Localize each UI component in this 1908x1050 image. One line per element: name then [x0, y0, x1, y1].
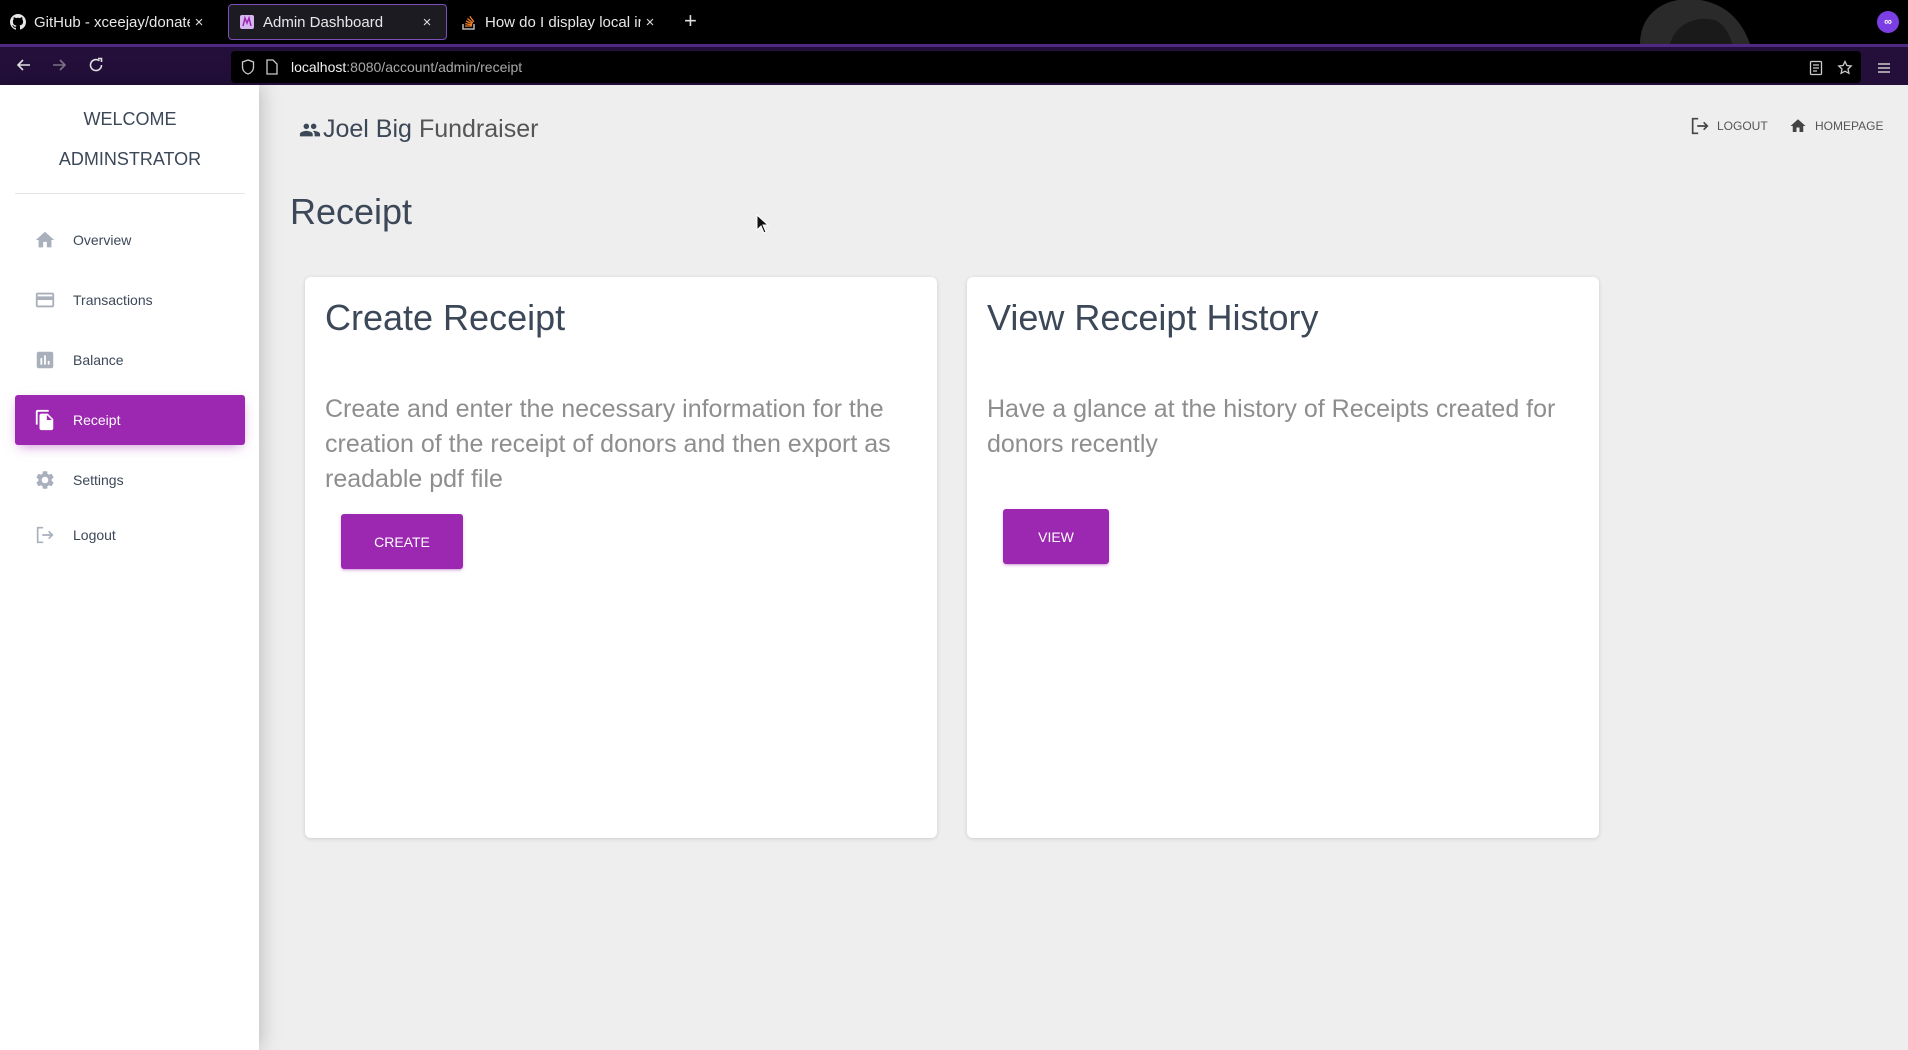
- github-icon: [10, 14, 26, 30]
- forward-button[interactable]: [45, 53, 73, 81]
- home-icon: [33, 228, 57, 252]
- sidebar-item-label: Logout: [73, 527, 116, 543]
- logout-icon: [1689, 115, 1711, 137]
- sidebar-item-transactions[interactable]: Transactions: [15, 275, 245, 325]
- arrow-left-icon: [16, 57, 32, 78]
- reader-mode-icon[interactable]: [1805, 57, 1827, 79]
- url-host: localhost: [291, 59, 347, 75]
- url-path: :8080/account/admin/receipt: [346, 59, 523, 75]
- sidebar-item-label: Balance: [73, 352, 124, 368]
- create-receipt-card: Create Receipt Create and enter the nece…: [305, 277, 937, 838]
- gear-icon: [33, 468, 57, 492]
- account-icon[interactable]: ∞: [1877, 11, 1899, 33]
- sidebar-item-label: Transactions: [73, 292, 153, 308]
- card-title: View Receipt History: [987, 297, 1319, 338]
- view-button[interactable]: VIEW: [1003, 509, 1109, 564]
- logout-label: LOGOUT: [1717, 119, 1768, 133]
- sidebar-item-balance[interactable]: Balance: [15, 335, 245, 385]
- brand-title-bold: Joel Big: [323, 115, 412, 143]
- stackoverflow-favicon: [461, 14, 477, 30]
- brand-line-1: WELCOME: [83, 109, 177, 129]
- sidebar-item-label: Settings: [73, 472, 124, 488]
- page-icon[interactable]: [261, 56, 283, 78]
- tab-title: GitHub - xceejay/donate-pa: [34, 13, 190, 31]
- tab-close-icon[interactable]: ×: [641, 14, 659, 31]
- arrow-right-icon: [51, 57, 67, 78]
- page-title: Receipt: [290, 191, 413, 232]
- mouse-cursor-icon: [756, 213, 770, 239]
- logout-icon: [33, 523, 57, 547]
- header-homepage-link[interactable]: HOMEPAGE: [1787, 115, 1883, 137]
- tab-title: How do I display local image: [485, 13, 641, 31]
- address-bar[interactable]: localhost:8080/account/admin/receipt: [231, 51, 1861, 83]
- brand-line-2: ADMINSTRATOR: [58, 149, 202, 169]
- reload-button[interactable]: [82, 53, 110, 81]
- browser-nav-bar: localhost:8080/account/admin/receipt: [0, 44, 1908, 85]
- tab-close-icon[interactable]: ×: [190, 14, 208, 31]
- sidebar: WELCOME ADMINSTRATOR Overview Transactio…: [0, 85, 259, 1050]
- credit-card-icon: [33, 288, 57, 312]
- tab-close-icon[interactable]: ×: [418, 14, 436, 31]
- sidebar-item-receipt[interactable]: Receipt: [15, 395, 245, 445]
- tab-admin-dashboard[interactable]: Admin Dashboard ×: [228, 4, 447, 40]
- file-copy-icon: [33, 408, 57, 432]
- brand-title-light: Fundraiser: [418, 115, 539, 143]
- tab-title: Admin Dashboard: [263, 13, 384, 31]
- sidebar-item-settings[interactable]: Settings: [15, 455, 245, 505]
- menu-hamburger-icon[interactable]: [1873, 57, 1895, 79]
- browser-tab-bar: GitHub - xceejay/donate-pa × Admin Dashb…: [0, 0, 1908, 44]
- card-title: Create Receipt: [325, 297, 566, 338]
- people-icon: [299, 119, 321, 141]
- firefox-watermark-icon: [1600, 0, 1760, 44]
- view-receipt-history-card: View Receipt History Have a glance at th…: [967, 277, 1599, 838]
- sidebar-brand: WELCOME ADMINSTRATOR: [15, 85, 245, 194]
- homepage-label: HOMEPAGE: [1815, 119, 1884, 133]
- bookmark-star-icon[interactable]: [1834, 57, 1856, 79]
- back-button[interactable]: [10, 53, 38, 81]
- bar-chart-icon: [33, 348, 57, 372]
- tab-github[interactable]: GitHub - xceejay/donate-pa ×: [0, 4, 218, 40]
- main-panel: Joel Big Fundraiser LOGOUT HOMEPAGE Rece…: [259, 85, 1908, 1050]
- create-button[interactable]: CREATE: [341, 514, 463, 569]
- tab-stackoverflow[interactable]: How do I display local image ×: [451, 4, 669, 40]
- new-tab-button[interactable]: +: [684, 8, 697, 34]
- sidebar-item-label: Overview: [73, 232, 132, 248]
- reload-icon: [88, 57, 104, 78]
- sidebar-item-overview[interactable]: Overview: [15, 215, 245, 265]
- card-description: Have a glance at the history of Receipts…: [987, 395, 1556, 458]
- header-logout-link[interactable]: LOGOUT: [1689, 115, 1768, 137]
- navbar-brand[interactable]: Joel Big Fundraiser: [299, 115, 538, 144]
- sidebar-item-logout[interactable]: Logout: [15, 510, 245, 560]
- card-description: Create and enter the necessary informati…: [325, 395, 891, 493]
- home-icon: [1787, 115, 1809, 137]
- dashboard-favicon: [239, 14, 255, 30]
- url-text: localhost:8080/account/admin/receipt: [291, 59, 522, 75]
- shield-icon[interactable]: [237, 56, 259, 78]
- sidebar-item-label: Receipt: [73, 412, 121, 428]
